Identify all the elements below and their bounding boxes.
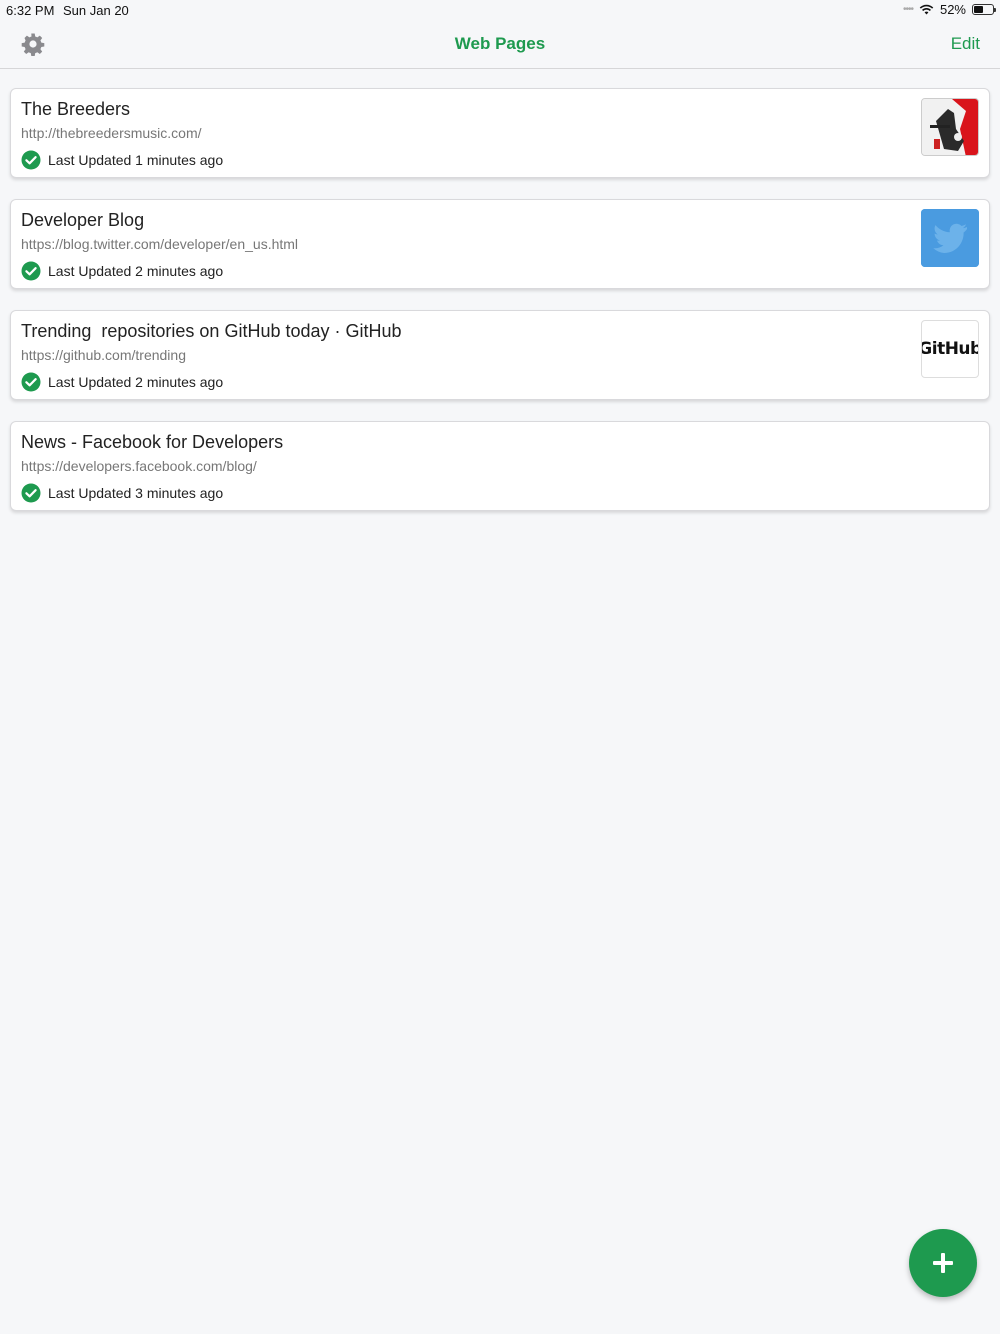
update-status: Last Updated 2 minutes ago <box>21 261 223 281</box>
battery-percent: 52% <box>939 2 966 17</box>
web-page-title: Developer Blog <box>21 210 145 230</box>
web-page-card[interactable]: The Breeders http://thebreedersmusic.com… <box>10 88 990 178</box>
check-circle-icon <box>21 261 41 281</box>
plus-icon <box>933 1253 953 1273</box>
web-page-url: https://github.com/trending <box>21 347 186 363</box>
web-page-title: Trending repositories on GitHub today · … <box>21 321 402 341</box>
check-circle-icon <box>21 483 41 503</box>
status-indicators: •••• 52% <box>902 2 996 17</box>
update-status-text: Last Updated 2 minutes ago <box>48 263 224 279</box>
web-page-url: https://developers.facebook.com/blog/ <box>21 458 257 474</box>
status-time: 6:32 PM <box>6 3 55 18</box>
battery-level <box>974 6 984 13</box>
battery-icon <box>972 4 996 15</box>
update-status-text: Last Updated 1 minutes ago <box>48 152 224 168</box>
web-page-list: The Breeders http://thebreedersmusic.com… <box>10 88 990 532</box>
navigation-bar: Web Pages Edit <box>0 20 1000 69</box>
edit-button[interactable]: Edit <box>951 34 980 54</box>
update-status: Last Updated 2 minutes ago <box>21 372 223 392</box>
page-title: Web Pages <box>454 34 546 53</box>
github-thumbnail: GitHub <box>921 320 979 378</box>
twitter-bird-icon <box>921 209 979 267</box>
breeders-thumbnail <box>921 98 979 156</box>
add-page-button[interactable] <box>909 1229 977 1297</box>
web-page-url: https://blog.twitter.com/developer/en_us… <box>21 236 299 252</box>
update-status: Last Updated 3 minutes ago <box>21 483 223 503</box>
web-page-card[interactable]: Trending repositories on GitHub today · … <box>10 310 990 400</box>
web-page-title: News - Facebook for Developers <box>21 432 284 452</box>
web-page-url: http://thebreedersmusic.com/ <box>21 125 202 141</box>
update-status: Last Updated 1 minutes ago <box>21 150 223 170</box>
status-bar: 6:32 PM Sun Jan 20 •••• 52% <box>0 0 1000 20</box>
twitter-thumbnail <box>921 209 979 267</box>
check-circle-icon <box>21 372 41 392</box>
web-page-title: The Breeders <box>21 99 131 119</box>
web-page-card[interactable]: Developer Blog https://blog.twitter.com/… <box>10 199 990 289</box>
signal-dots-icon: •••• <box>902 4 914 15</box>
update-status-text: Last Updated 3 minutes ago <box>48 485 224 501</box>
update-status-text: Last Updated 2 minutes ago <box>48 374 224 390</box>
check-circle-icon <box>21 150 41 170</box>
web-page-card[interactable]: News - Facebook for Developers https://d… <box>10 421 990 511</box>
album-art-icon <box>922 99 978 155</box>
status-date: Sun Jan 20 <box>63 3 129 18</box>
wifi-icon <box>919 4 934 15</box>
